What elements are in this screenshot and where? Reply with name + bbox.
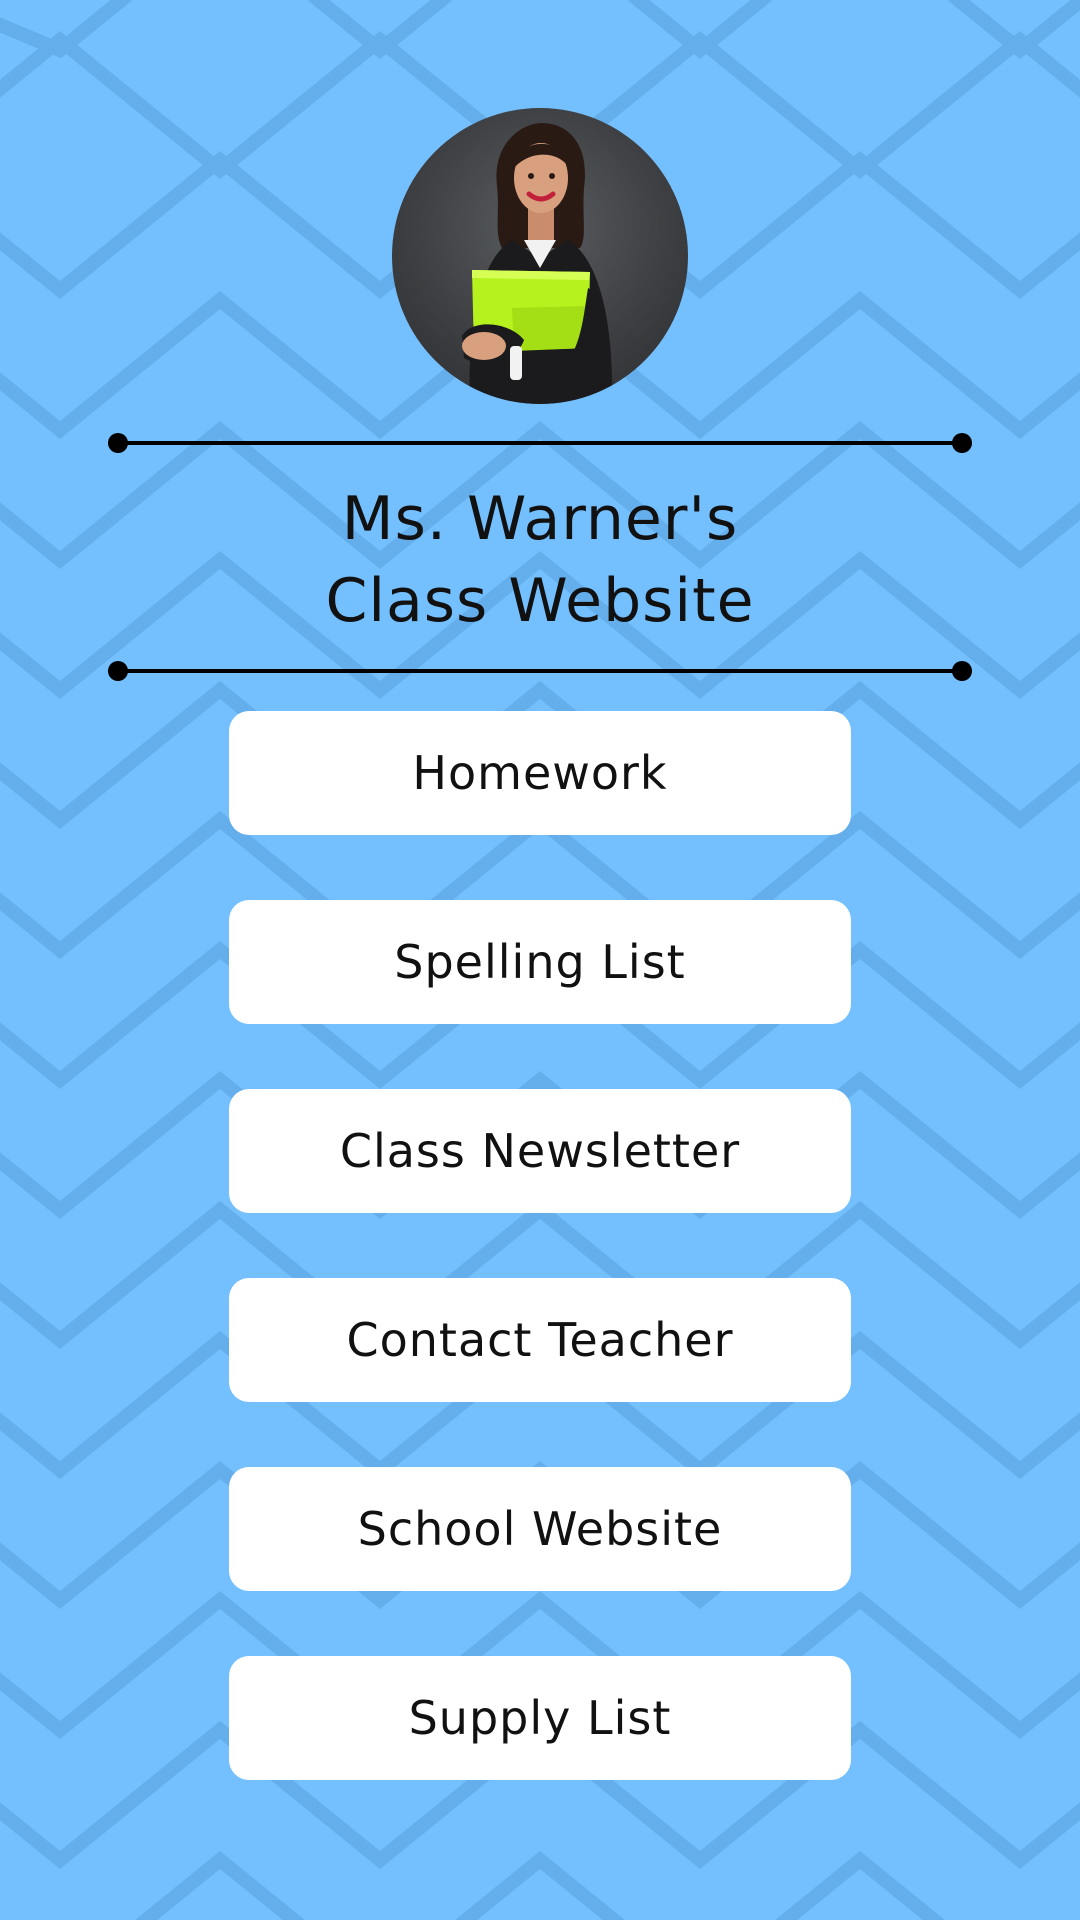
title-line-1: Ms. Warner's [341, 484, 739, 554]
title-line-2: Class Website [325, 566, 755, 636]
supply-list-button[interactable]: Supply List [229, 1656, 851, 1780]
class-newsletter-button[interactable]: Class Newsletter [229, 1089, 851, 1213]
divider-dot [108, 433, 128, 453]
divider-dot [952, 661, 972, 681]
divider-dot [952, 433, 972, 453]
divider-dot [108, 661, 128, 681]
bottom-divider [108, 661, 972, 681]
teacher-avatar [392, 108, 688, 404]
school-website-button[interactable]: School Website [229, 1467, 851, 1591]
spelling-list-button[interactable]: Spelling List [229, 900, 851, 1024]
contact-teacher-button[interactable]: Contact Teacher [229, 1278, 851, 1402]
top-divider [108, 433, 972, 453]
page-title: Ms. Warner's Class Website [0, 478, 1080, 642]
teacher-photo-icon [462, 123, 613, 404]
homework-button[interactable]: Homework [229, 711, 851, 835]
link-menu: Homework Spelling List Class Newsletter … [229, 711, 851, 1845]
